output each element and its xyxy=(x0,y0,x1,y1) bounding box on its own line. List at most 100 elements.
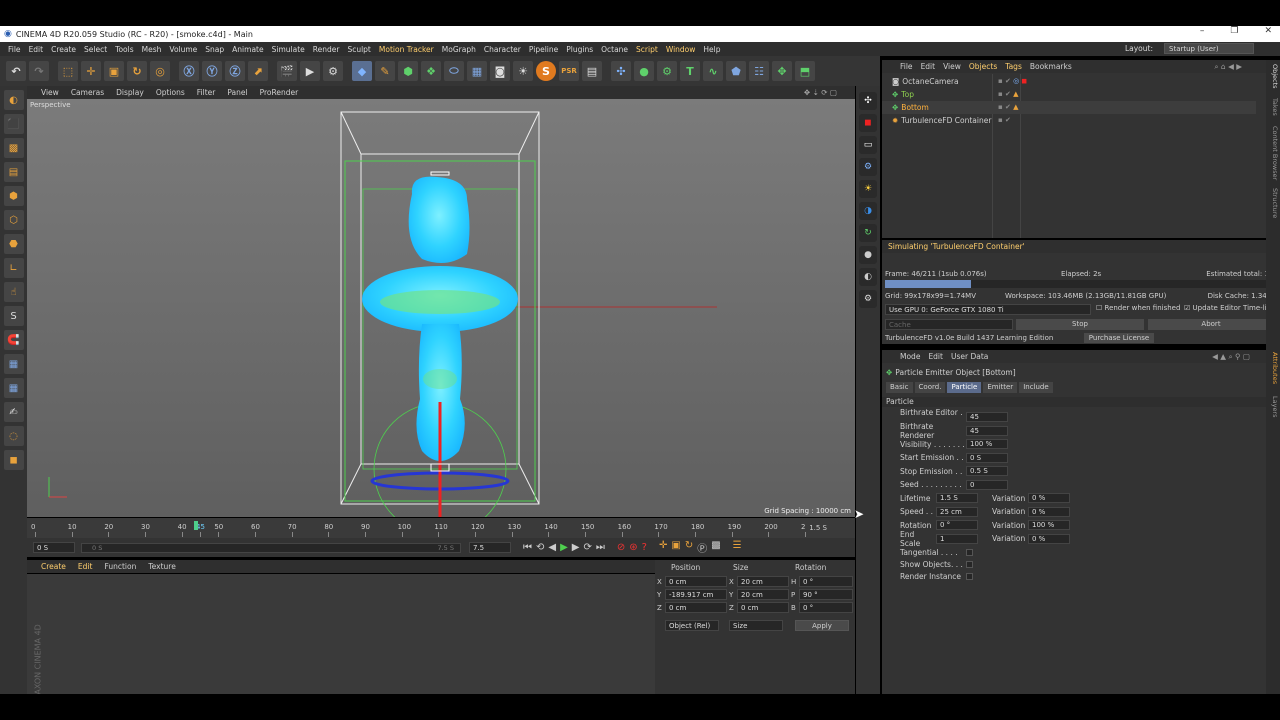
menu-render[interactable]: Render xyxy=(313,45,340,54)
mat-menu-texture[interactable]: Texture xyxy=(148,562,175,571)
menu-file[interactable]: File xyxy=(8,45,21,54)
mat-menu-create[interactable]: Create xyxy=(41,562,66,571)
light-icon[interactable]: ☀ xyxy=(513,61,533,81)
attr-tab-include[interactable]: Include xyxy=(1019,382,1053,393)
param-field[interactable]: 0 S xyxy=(966,452,1008,463)
octane-render-region-icon[interactable]: ▭ xyxy=(859,136,877,154)
coord-position-field[interactable]: -189.917 cm xyxy=(665,589,727,600)
snapshot-icon[interactable]: ▤ xyxy=(582,61,602,81)
snapping-icon[interactable]: 🧲 xyxy=(3,330,24,350)
side-tab-structure[interactable]: Structure xyxy=(1267,188,1279,218)
variation-field[interactable]: 100 % xyxy=(1028,520,1070,530)
update-editor-checkbox[interactable]: ☑ Update Editor Time-line xyxy=(1184,304,1275,312)
coord-mode-select[interactable]: Object (Rel) xyxy=(665,620,719,631)
render-view-icon[interactable]: 🎬 xyxy=(277,61,297,81)
param-checkbox[interactable] xyxy=(966,548,973,556)
material-manager-area[interactable]: MAXON CINEMA 4D xyxy=(27,574,655,702)
edges-mode-icon[interactable]: ⬡ xyxy=(3,210,24,230)
octane-logo-icon[interactable]: ✣ xyxy=(859,92,877,110)
object-row-octanecamera[interactable]: ◙ OctaneCamera xyxy=(892,75,959,88)
param-field[interactable]: 25 cm xyxy=(936,506,978,517)
vp-menu-display[interactable]: Display xyxy=(116,88,144,97)
model-mode-icon[interactable]: ⬛ xyxy=(3,114,24,134)
key-param-icon[interactable]: Ⓟ xyxy=(697,540,707,555)
param-field[interactable]: 0 ° xyxy=(936,520,978,530)
object-flags[interactable]: ▪ ✔ ▲ xyxy=(998,88,1027,101)
menu-select[interactable]: Select xyxy=(84,45,107,54)
attr-tab-particle[interactable]: Particle xyxy=(947,382,982,393)
apply-button[interactable]: Apply xyxy=(795,620,849,631)
tfd-stop-button[interactable]: Stop xyxy=(1016,319,1144,330)
vp-menu-view[interactable]: View xyxy=(41,88,59,97)
subdivision-icon[interactable]: ⬢ xyxy=(398,61,418,81)
tfd-abort-button[interactable]: Abort xyxy=(1148,319,1274,330)
octane-material-preview-icon[interactable]: ◐ xyxy=(859,268,877,286)
text-tool-icon[interactable]: T xyxy=(680,61,700,81)
make-editable-icon[interactable]: ◐ xyxy=(3,90,24,110)
rotate-icon[interactable]: ↻ xyxy=(127,61,147,81)
viewport[interactable]: Perspective Grid Spacing: 10000 cm xyxy=(27,99,855,517)
move-icon[interactable]: ✛ xyxy=(81,61,101,81)
end-frame-field[interactable]: 7.5 xyxy=(469,542,511,553)
bodypaint-icon[interactable]: ◼ xyxy=(3,450,24,470)
param-checkbox[interactable] xyxy=(966,560,973,568)
coord-size-field[interactable]: 20 cm xyxy=(737,576,789,587)
tfd-gpu-select[interactable]: Use GPU 0: GeForce GTX 1080 Ti xyxy=(885,304,1091,315)
coord-rotation-field[interactable]: 90 ° xyxy=(799,589,853,600)
coord-position-field[interactable]: 0 cm xyxy=(665,602,727,613)
obj-menu-view[interactable]: View xyxy=(943,62,961,71)
goto-end-icon[interactable]: ⏭ xyxy=(596,542,605,553)
coord-size-field[interactable]: 20 cm xyxy=(737,589,789,600)
variation-field[interactable]: 0 % xyxy=(1028,493,1070,503)
planar-workplane-icon[interactable]: ▦ xyxy=(3,378,24,398)
menu-animate[interactable]: Animate xyxy=(232,45,263,54)
attr-tab-coord[interactable]: Coord. xyxy=(914,382,946,393)
points-mode-icon[interactable]: ⬢ xyxy=(3,186,24,206)
octane-sphere-icon[interactable]: ● xyxy=(859,246,877,264)
live-select-icon[interactable]: ⬚ xyxy=(58,61,78,81)
recent-tools-icon[interactable]: ◎ xyxy=(150,61,170,81)
next-frame-icon[interactable]: ▶ xyxy=(572,542,580,553)
octane-icon[interactable]: S xyxy=(536,61,556,81)
solo-icon[interactable]: S xyxy=(3,306,24,326)
coord-rotation-field[interactable]: 0 ° xyxy=(799,602,853,613)
octane-environment-icon[interactable]: ◑ xyxy=(859,202,877,220)
camera-icon[interactable]: ◙ xyxy=(490,61,510,81)
key-rotation-icon[interactable]: ↻ xyxy=(685,540,693,555)
range-slider[interactable]: 0 S 7.5 S xyxy=(81,542,461,553)
side-tab-objects[interactable]: Objects xyxy=(1267,64,1279,89)
scale-icon[interactable]: ▣ xyxy=(104,61,124,81)
menu-snap[interactable]: Snap xyxy=(205,45,224,54)
effector-icon[interactable]: ✥ xyxy=(772,61,792,81)
y-axis-icon[interactable]: Ⓨ xyxy=(202,61,222,81)
octane-material-icon[interactable]: ● xyxy=(634,61,654,81)
param-field[interactable]: 45 xyxy=(966,412,1008,422)
keyframe-selection-icon[interactable]: ? xyxy=(642,542,647,553)
param-field[interactable]: 45 xyxy=(966,425,1008,436)
locked-workplane-icon[interactable]: ▦ xyxy=(3,354,24,374)
layout-select[interactable]: Startup (User) xyxy=(1164,43,1254,54)
menu-octane[interactable]: Octane xyxy=(601,45,628,54)
menu-mograph[interactable]: MoGraph xyxy=(442,45,476,54)
sphere-icon[interactable]: ⬟ xyxy=(726,61,746,81)
octane-render-icon[interactable]: ◼ xyxy=(859,114,877,132)
menu-help[interactable]: Help xyxy=(703,45,720,54)
render-picture-viewer-icon[interactable]: ▶ xyxy=(300,61,320,81)
object-flags[interactable]: ▪ ✔ ◎ ◼ xyxy=(998,75,1027,88)
menu-window[interactable]: Window xyxy=(666,45,696,54)
axis-mode-icon[interactable]: ∟ xyxy=(3,258,24,278)
obj-menu-objects[interactable]: Objects xyxy=(969,62,997,71)
z-axis-icon[interactable]: Ⓩ xyxy=(225,61,245,81)
vp-menu-cameras[interactable]: Cameras xyxy=(71,88,104,97)
vp-menu-filter[interactable]: Filter xyxy=(197,88,216,97)
spline-icon[interactable]: ∿ xyxy=(703,61,723,81)
record-keys-icon[interactable]: ⊘ xyxy=(617,542,625,553)
side-tab-takes[interactable]: Takes xyxy=(1267,98,1279,116)
menu-pipeline[interactable]: Pipeline xyxy=(529,45,558,54)
octane-refresh-icon[interactable]: ↻ xyxy=(859,224,877,242)
maximize-button[interactable]: ❐ xyxy=(1230,26,1238,36)
octane-live-viewer-icon[interactable]: ✣ xyxy=(611,61,631,81)
attr-tab-basic[interactable]: Basic xyxy=(886,382,913,393)
vp-menu-options[interactable]: Options xyxy=(156,88,185,97)
menu-simulate[interactable]: Simulate xyxy=(272,45,305,54)
